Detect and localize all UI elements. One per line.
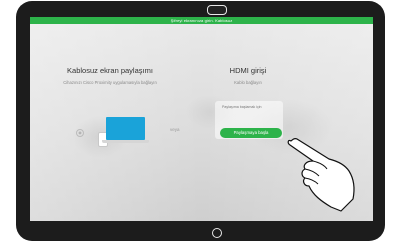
wireless-share-description: Cihazınızı Cisco Proximity uygulamasıyla… (63, 80, 157, 85)
laptop-base (102, 140, 149, 143)
status-bar: Şifreyi ekranınıza girin. Kablosuz (30, 17, 373, 24)
home-button[interactable] (212, 228, 222, 238)
wireless-share-title: Kablosuz ekran paylaşımı (67, 66, 153, 75)
hdmi-input-panel: HDMI girişi Kablo bağlayın (213, 66, 283, 85)
separator-text: veya (170, 127, 180, 132)
camera-icon (207, 5, 227, 15)
start-sharing-button[interactable]: Paylaşmaya başla (220, 128, 282, 138)
hdmi-input-title: HDMI girişi (229, 66, 267, 75)
laptop-icon (106, 117, 145, 140)
pointing-hand-icon (287, 138, 355, 212)
hdmi-input-description: Kablo bağlayın (234, 80, 262, 85)
share-hint: Paylaşıma başlamak için (222, 105, 262, 109)
wireless-share-panel[interactable]: Kablosuz ekran paylaşımı Cihazınızı Cisc… (60, 66, 160, 85)
proximity-icon: ◉ (76, 129, 84, 137)
